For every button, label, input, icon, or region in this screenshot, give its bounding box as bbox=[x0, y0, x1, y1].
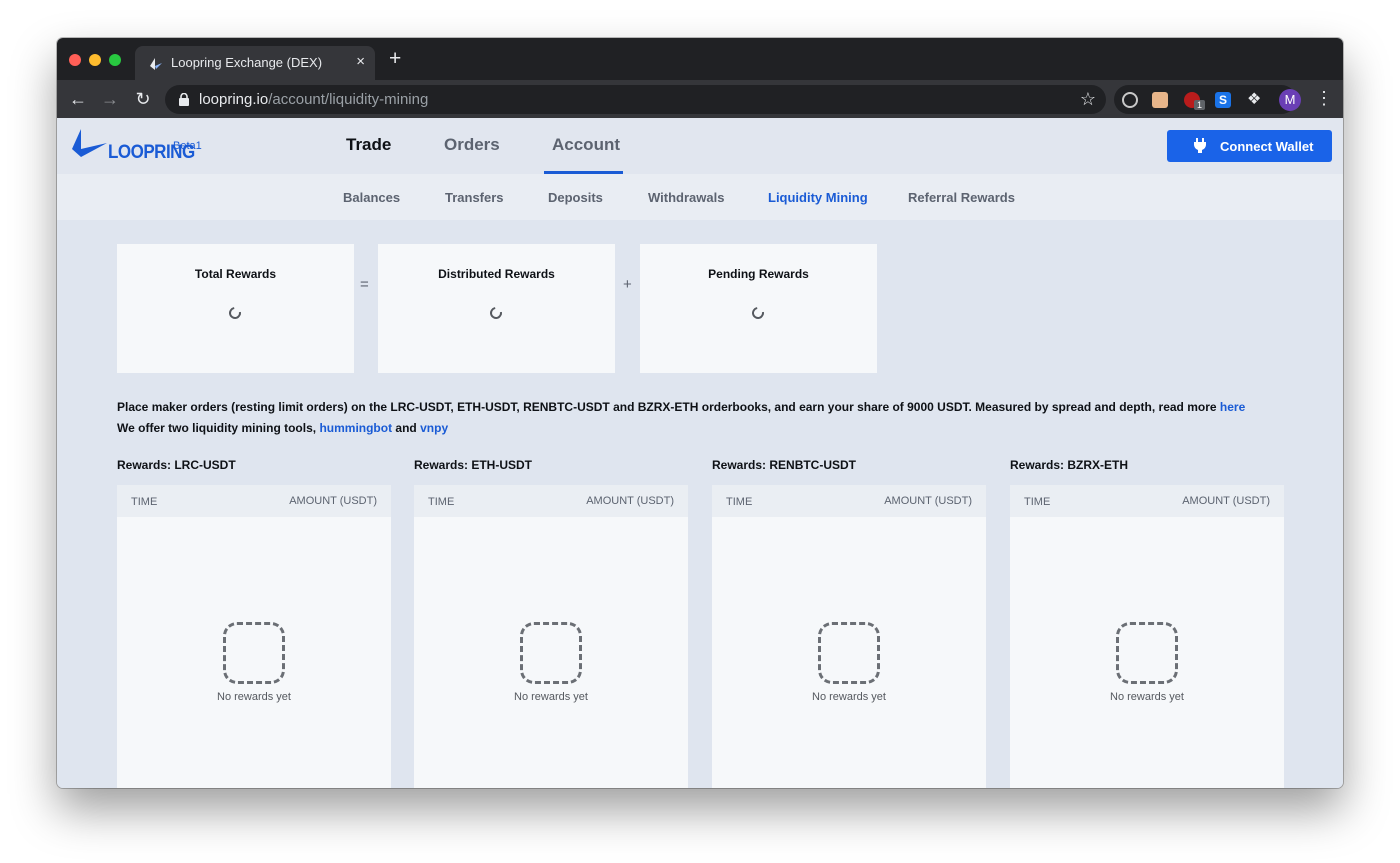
back-icon[interactable]: ← bbox=[67, 88, 89, 110]
maximize-window-button[interactable] bbox=[109, 54, 121, 66]
equals-sign: = bbox=[360, 276, 369, 293]
column-time: TIME bbox=[428, 496, 455, 508]
subnav-transfers[interactable]: Transfers bbox=[445, 190, 504, 205]
column-amount: AMOUNT (USDT) bbox=[586, 495, 674, 507]
profile-avatar[interactable]: M bbox=[1279, 89, 1301, 111]
subnav-deposits[interactable]: Deposits bbox=[548, 190, 603, 205]
empty-state-icon bbox=[818, 622, 880, 684]
reload-icon[interactable]: ↻ bbox=[132, 88, 154, 110]
address-bar[interactable]: loopring.io/account/liquidity-mining ☆ bbox=[165, 85, 1106, 114]
column-time: TIME bbox=[131, 496, 158, 508]
empty-state-text: No rewards yet bbox=[514, 691, 588, 703]
vnpy-link[interactable]: vnpy bbox=[420, 421, 448, 435]
subnav-withdrawals[interactable]: Withdrawals bbox=[648, 190, 724, 205]
empty-state-icon bbox=[520, 622, 582, 684]
connect-wallet-button[interactable]: Connect Wallet bbox=[1167, 130, 1332, 162]
empty-state-icon bbox=[223, 622, 285, 684]
pending-rewards-title: Pending Rewards bbox=[708, 267, 809, 281]
total-rewards-card: Total Rewards bbox=[117, 244, 354, 373]
loading-spinner-icon bbox=[226, 304, 244, 322]
minimize-window-button[interactable] bbox=[89, 54, 101, 66]
liquidity-mining-description: Place maker orders (resting limit orders… bbox=[117, 397, 1245, 439]
rewards-table-eth-usdt: TIME AMOUNT (USDT) No rewards yet bbox=[414, 485, 688, 788]
close-window-button[interactable] bbox=[69, 54, 81, 66]
table-header: TIME AMOUNT (USDT) bbox=[712, 485, 986, 517]
beta-label: Beta1 bbox=[173, 140, 202, 152]
column-amount: AMOUNT (USDT) bbox=[289, 495, 377, 507]
column-amount: AMOUNT (USDT) bbox=[1182, 495, 1270, 507]
rewards-heading-renbtc-usdt: Rewards: RENBTC-USDT bbox=[712, 458, 857, 472]
forward-icon[interactable]: → bbox=[99, 88, 121, 110]
tab-close-icon[interactable]: × bbox=[356, 53, 365, 70]
lock-icon bbox=[179, 93, 189, 106]
tools-text: We offer two liquidity mining tools, bbox=[117, 421, 320, 435]
plus-sign: + bbox=[623, 276, 632, 293]
rewards-table-lrc-usdt: TIME AMOUNT (USDT) No rewards yet bbox=[117, 485, 391, 788]
nav-account[interactable]: Account bbox=[552, 135, 620, 155]
browser-toolbar: ← → ↻ loopring.io/account/liquidity-mini… bbox=[57, 80, 1343, 118]
loading-spinner-icon bbox=[487, 304, 505, 322]
rewards-table-bzrx-eth: TIME AMOUNT (USDT) No rewards yet bbox=[1010, 485, 1284, 788]
extension-badge: 1 bbox=[1194, 100, 1206, 110]
empty-state-text: No rewards yet bbox=[1110, 691, 1184, 703]
subnav-referral-rewards[interactable]: Referral Rewards bbox=[908, 190, 1015, 205]
rewards-table-renbtc-usdt: TIME AMOUNT (USDT) No rewards yet bbox=[712, 485, 986, 788]
site-header: LOOPRING Beta1 Trade Orders Account Conn… bbox=[57, 118, 1343, 174]
account-subnav: Balances Transfers Deposits Withdrawals … bbox=[57, 174, 1343, 220]
rewards-heading-eth-usdt: Rewards: ETH-USDT bbox=[414, 458, 533, 472]
puzzle-icon[interactable]: ❖ bbox=[1247, 92, 1263, 108]
url-path: /account/liquidity-mining bbox=[268, 91, 429, 108]
bookmark-star-icon[interactable]: ☆ bbox=[1080, 89, 1096, 110]
rewards-heading-lrc-usdt: Rewards: LRC-USDT bbox=[117, 458, 236, 472]
url-text: loopring.io/account/liquidity-mining bbox=[199, 91, 428, 108]
loading-spinner-icon bbox=[749, 304, 767, 322]
loopring-logo-icon[interactable] bbox=[72, 129, 110, 159]
lightbulb-extension-icon[interactable] bbox=[1122, 92, 1138, 108]
empty-state-icon bbox=[1116, 622, 1178, 684]
browser-tab[interactable]: Loopring Exchange (DEX) × bbox=[135, 46, 375, 80]
description-text: Place maker orders (resting limit orders… bbox=[117, 400, 1220, 414]
extensions-bar: 1 S ❖ bbox=[1114, 85, 1296, 114]
table-header: TIME AMOUNT (USDT) bbox=[117, 485, 391, 517]
and-text: and bbox=[392, 421, 421, 435]
tab-title: Loopring Exchange (DEX) bbox=[171, 55, 323, 70]
menu-dots-icon[interactable]: ⋮ bbox=[1315, 88, 1333, 108]
column-time: TIME bbox=[726, 496, 753, 508]
liquidity-mining-content: Total Rewards = Distributed Rewards + Pe… bbox=[57, 220, 1343, 788]
url-host: loopring.io bbox=[199, 91, 269, 108]
description-line-1: Place maker orders (resting limit orders… bbox=[117, 397, 1245, 418]
rewards-heading-bzrx-eth: Rewards: BZRX-ETH bbox=[1010, 458, 1129, 472]
face-extension-icon[interactable] bbox=[1152, 92, 1168, 108]
new-tab-button[interactable]: + bbox=[389, 48, 401, 69]
nav-orders[interactable]: Orders bbox=[444, 135, 500, 155]
subnav-balances[interactable]: Balances bbox=[343, 190, 400, 205]
column-amount: AMOUNT (USDT) bbox=[884, 495, 972, 507]
distributed-rewards-title: Distributed Rewards bbox=[438, 267, 555, 281]
s-extension-icon[interactable]: S bbox=[1215, 92, 1231, 108]
empty-state-text: No rewards yet bbox=[217, 691, 291, 703]
pending-rewards-card: Pending Rewards bbox=[640, 244, 877, 373]
plug-icon bbox=[1194, 138, 1206, 153]
total-rewards-title: Total Rewards bbox=[194, 267, 277, 281]
table-header: TIME AMOUNT (USDT) bbox=[1010, 485, 1284, 517]
loopring-favicon-icon bbox=[150, 58, 162, 70]
read-more-link[interactable]: here bbox=[1220, 400, 1245, 414]
table-header: TIME AMOUNT (USDT) bbox=[414, 485, 688, 517]
browser-window: Loopring Exchange (DEX) × + ← → ↻ loopri… bbox=[57, 38, 1343, 788]
column-time: TIME bbox=[1024, 496, 1051, 508]
subnav-liquidity-mining[interactable]: Liquidity Mining bbox=[768, 190, 868, 205]
distributed-rewards-card: Distributed Rewards bbox=[378, 244, 615, 373]
tab-strip: Loopring Exchange (DEX) × + bbox=[57, 38, 1343, 80]
connect-wallet-label: Connect Wallet bbox=[1220, 139, 1314, 154]
hummingbot-link[interactable]: hummingbot bbox=[319, 421, 392, 435]
nav-trade[interactable]: Trade bbox=[346, 135, 391, 155]
empty-state-text: No rewards yet bbox=[812, 691, 886, 703]
description-line-2: We offer two liquidity mining tools, hum… bbox=[117, 418, 1245, 439]
